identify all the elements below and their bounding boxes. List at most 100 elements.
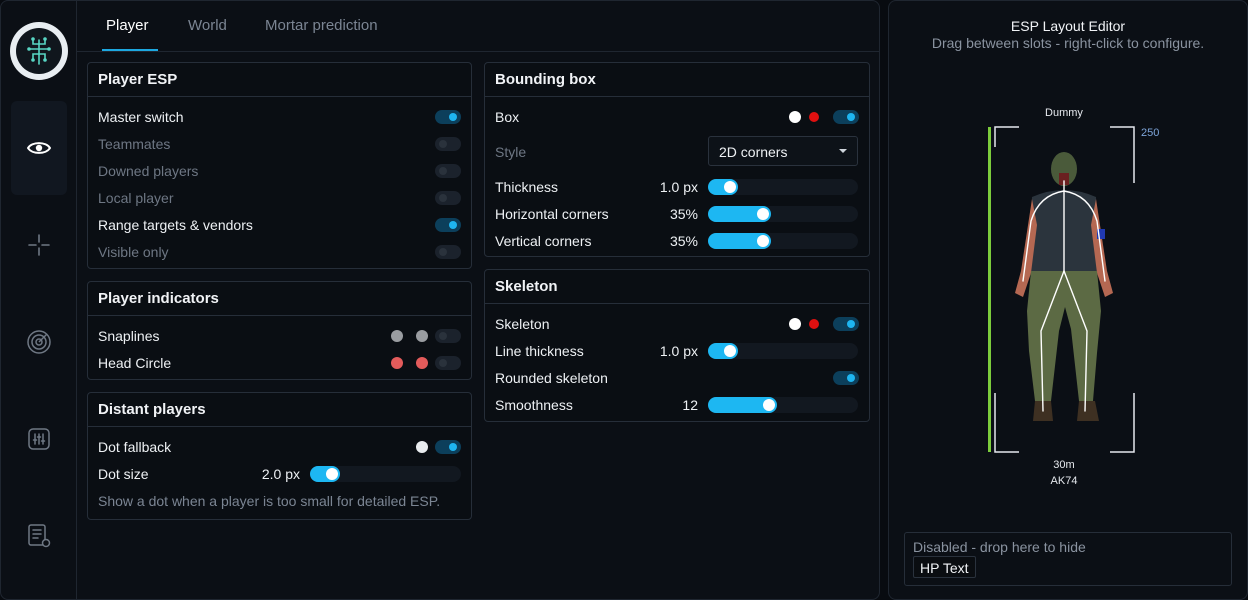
box-label: Box [495,109,520,125]
eye-icon [27,142,51,154]
thickness-slider[interactable] [708,179,858,195]
skeleton-panel: Skeleton Skeleton Line thickness 1.0 px … [484,269,870,422]
player-esp-row-toggle[interactable] [435,191,461,205]
panel-title: Skeleton [485,270,869,304]
player-esp-row: Master switch [98,107,461,127]
head-circle-label: Head Circle [98,355,172,371]
player-esp-row-toggle[interactable] [435,245,461,259]
style-row: Style 2D corners [495,136,859,166]
style-select[interactable]: 2D corners [708,136,858,166]
tab-world[interactable]: World [188,17,227,34]
dot-size-slider[interactable] [310,466,461,482]
box-row: Box [495,107,859,127]
line-thickness-label: Line thickness [495,343,584,359]
sliders-icon [28,428,50,450]
head-circle-toggle[interactable] [435,356,461,370]
player-esp-row-label: Range targets & vendors [98,217,253,233]
esp-layout-editor: ESP Layout Editor Drag between slots - r… [888,0,1248,600]
skeleton-occluded-color-swatch[interactable] [809,319,819,329]
line-thickness-slider[interactable] [708,343,858,359]
editor-title: ESP Layout Editor [1010,18,1126,34]
dummy-player-preview [988,126,1135,453]
vertical-corners-slider[interactable] [708,233,858,249]
brain-circuit-icon [27,37,51,65]
player-esp-row-label: Downed players [98,163,199,179]
snaplines-toggle[interactable] [435,329,461,343]
rounded-skeleton-label: Rounded skeleton [495,370,608,386]
snaplines-row: Snaplines [98,326,461,346]
head-circle-color-swatch[interactable] [391,357,403,369]
dot-fallback-color-swatch[interactable] [416,441,428,453]
editor-subtitle: Drag between slots - right-click to conf… [931,35,1205,51]
panel-title: Bounding box [485,63,869,97]
player-indicators-panel: Player indicators Snaplines Head Circle [87,281,472,380]
disabled-drop-zone-title: Disabled - drop here to hide [913,539,1086,555]
player-esp-row-label: Master switch [98,109,184,125]
player-esp-row: Local player [98,188,461,208]
name-slot[interactable]: Dummy [1024,107,1104,119]
rounded-skeleton-row: Rounded skeleton [495,368,859,388]
sidebar-item-settings[interactable] [11,392,67,486]
sidebar-item-aim[interactable] [11,198,67,292]
player-esp-row-label: Teammates [98,136,171,152]
vertical-corners-row: Vertical corners 35% [495,231,859,251]
tab-player[interactable]: Player [106,17,149,34]
config-list-icon [28,524,51,548]
smoothness-label: Smoothness [495,397,573,413]
player-esp-row-toggle[interactable] [435,110,461,124]
sidebar-item-configs[interactable] [11,489,67,583]
snaplines-color-swatch[interactable] [391,330,403,342]
player-esp-row-label: Visible only [98,244,169,260]
smoothness-row: Smoothness 12 [495,395,859,415]
head-circle-occluded-color-swatch[interactable] [416,357,428,369]
dot-fallback-toggle[interactable] [435,440,461,454]
disabled-drop-zone[interactable]: Disabled - drop here to hide HP Text [904,532,1232,586]
line-thickness-row: Line thickness 1.0 px [495,341,859,361]
skeleton-toggle[interactable] [833,317,859,331]
horizontal-corners-slider[interactable] [708,206,858,222]
radar-icon [27,330,51,354]
main-window: Player World Mortar prediction Player ES… [0,0,880,600]
bounding-box-panel: Bounding box Box Style 2D corners Thickn… [484,62,870,257]
rounded-skeleton-toggle[interactable] [833,371,859,385]
player-esp-row: Teammates [98,134,461,154]
player-esp-row: Downed players [98,161,461,181]
panel-title: Player ESP [88,63,471,97]
tab-mortar-prediction[interactable]: Mortar prediction [265,17,378,34]
dot-size-label: Dot size [98,466,149,482]
box-color-swatch[interactable] [789,111,801,123]
hp-text-chip[interactable]: HP Text [913,556,976,578]
skeleton-row: Skeleton [495,314,859,334]
smoothness-value: 12 [682,397,698,413]
skeleton-color-swatch[interactable] [789,318,801,330]
health-bar [988,127,991,452]
player-esp-panel: Player ESP Master switch Teammates Downed … [87,62,472,269]
snaplines-label: Snaplines [98,328,160,344]
tab-bar: Player World Mortar prediction [77,1,880,52]
box-occluded-color-swatch[interactable] [809,112,819,122]
smoothness-slider[interactable] [708,397,858,413]
weapon-slot[interactable]: AK74 [1024,475,1104,487]
line-thickness-value: 1.0 px [659,343,698,359]
snaplines-occluded-color-swatch[interactable] [416,330,428,342]
player-esp-row-toggle[interactable] [435,218,461,232]
thickness-row: Thickness 1.0 px [495,177,859,197]
chevron-down-icon [839,149,847,153]
distant-players-panel: Distant players Dot fallback Dot size 2.… [87,392,472,520]
box-toggle[interactable] [833,110,859,124]
head-circle-row: Head Circle [98,353,461,373]
panel-title: Player indicators [88,282,471,316]
vertical-corners-label: Vertical corners [495,233,592,249]
player-esp-row: Range targets & vendors [98,215,461,235]
player-esp-row-toggle[interactable] [435,164,461,178]
player-esp-row-toggle[interactable] [435,137,461,151]
sidebar-item-visuals[interactable] [11,101,67,195]
dot-fallback-row: Dot fallback [98,437,461,457]
style-select-value: 2D corners [719,144,788,160]
panel-title: Distant players [88,393,471,427]
sidebar-item-radar[interactable] [11,295,67,389]
dot-size-value: 2.0 px [261,466,300,482]
app-logo [10,22,68,80]
style-label: Style [495,144,527,160]
thickness-label: Thickness [495,179,559,195]
